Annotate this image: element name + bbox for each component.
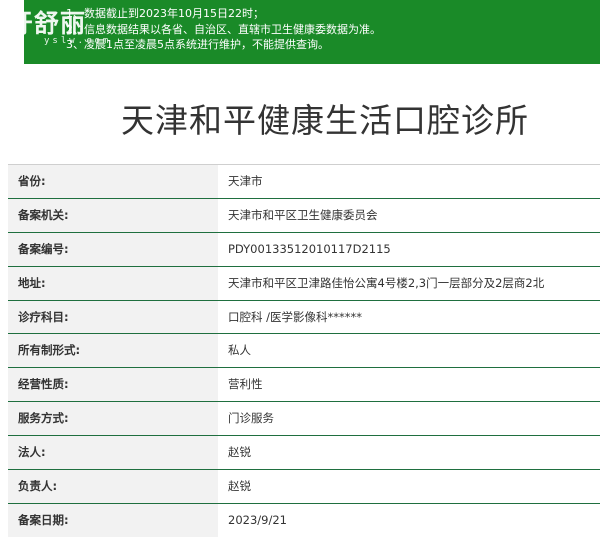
- table-row: 所有制形式: 私人: [8, 333, 600, 368]
- page-title: 天津和平健康生活口腔诊所: [121, 101, 529, 140]
- field-label: 地址:: [8, 266, 218, 300]
- field-label: 省份:: [8, 165, 218, 198]
- field-value: 营利性: [228, 377, 263, 392]
- field-value: 门诊服务: [228, 411, 274, 426]
- field-label: 负责人:: [8, 470, 218, 503]
- field-label: 服务方式:: [8, 402, 218, 436]
- table-row: 省份: 天津市: [8, 164, 600, 198]
- notice-banner: 1、数据截止到2023年10月15日22时； 2、信息数据结果以各省、自治区、直…: [24, 0, 600, 64]
- field-value: 天津市: [228, 174, 263, 188]
- field-value: 赵锐: [228, 445, 251, 460]
- field-label: 备案机关:: [8, 198, 218, 232]
- notice-line: 2、信息数据结果以各省、自治区、直辖市卫生健康委数据为准。: [66, 22, 381, 36]
- field-value: 天津市和平区卫生健康委员会: [228, 207, 378, 222]
- notice-line: 3、凌晨1点至凌晨5点系统进行维护，不能提供查询。: [66, 38, 329, 51]
- table-row: 备案机关: 天津市和平区卫生健康委员会: [8, 197, 600, 232]
- table-row: 备案编号: PDY00133512010117D2115: [8, 231, 600, 266]
- field-value: PDY00133512010117D2115: [228, 241, 391, 256]
- field-label: 所有制形式:: [8, 334, 218, 368]
- table-row: 地址: 天津市和平区卫津路佳怡公寓4号楼2,3门一层部分及2层商2北: [8, 265, 600, 300]
- field-label: 经营性质:: [8, 368, 218, 402]
- table-row: 备案日期: 2023/9/21: [8, 502, 600, 537]
- notice-line: 1、数据截止到2023年10月15日22时；: [66, 7, 264, 20]
- table-row: 经营性质: 营利性: [8, 367, 600, 402]
- field-value: 2023/9/21: [228, 512, 287, 527]
- table-row: 法人: 赵锐: [8, 435, 600, 470]
- field-value: 赵锐: [228, 479, 251, 494]
- record-table: 省份: 天津市 备案机关: 天津市和平区卫生健康委员会 备案编号: PDY00133512…: [8, 164, 600, 537]
- field-label: 法人:: [8, 436, 218, 470]
- field-label: 备案编号:: [8, 232, 218, 266]
- field-value: 口腔科 /医学影像科******: [228, 309, 363, 324]
- table-row: 负责人: 赵锐: [8, 469, 600, 503]
- table-row: 服务方式: 门诊服务: [8, 401, 600, 436]
- field-label: 备案日期:: [8, 503, 218, 537]
- field-label: 诊疗科目:: [8, 300, 218, 334]
- field-value: 私人: [228, 343, 251, 358]
- record-detail-page: 1、数据截止到2023年10月15日22时； 2、信息数据结果以各省、自治区、直…: [0, 0, 600, 540]
- table-row: 诊疗科目: 口腔科 /医学影像科******: [8, 299, 600, 334]
- field-value: 天津市和平区卫津路佳怡公寓4号楼2,3门一层部分及2层商2北: [228, 275, 545, 290]
